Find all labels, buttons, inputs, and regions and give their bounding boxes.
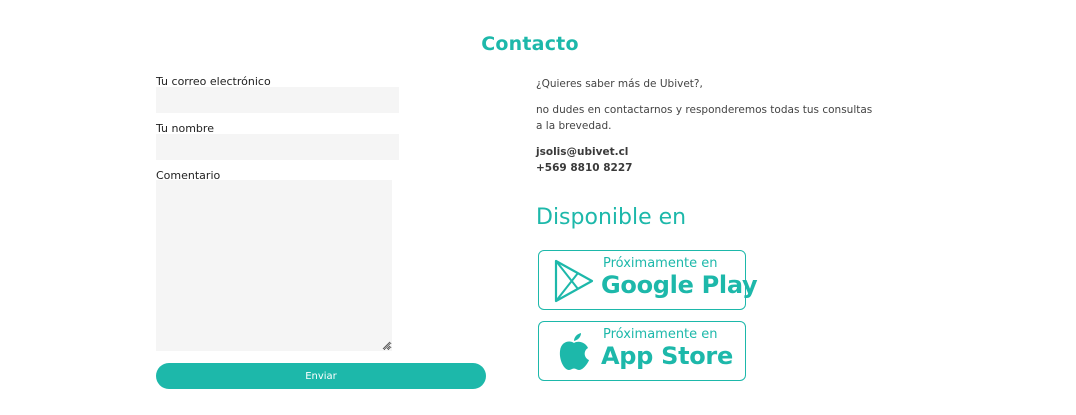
contact-email: jsolis@ubivet.cl: [536, 146, 629, 158]
app-store-name: App Store: [601, 342, 733, 370]
name-field[interactable]: [156, 134, 399, 160]
apple-icon: [559, 333, 589, 370]
comment-textarea[interactable]: [156, 180, 392, 351]
google-play-subtitle: Próximamente en: [603, 256, 718, 271]
google-play-name: Google Play: [601, 271, 758, 299]
google-play-icon: [554, 259, 594, 303]
submit-button[interactable]: Enviar: [156, 363, 486, 389]
email-field[interactable]: [156, 87, 399, 113]
available-title: Disponible en: [536, 205, 687, 230]
contact-phone: +569 8810 8227: [536, 162, 633, 174]
app-store-subtitle: Próximamente en: [603, 327, 718, 342]
info-question: ¿Quieres saber más de Ubivet?,: [536, 78, 703, 90]
contact-page: Contacto Tu correo electrónico Tu nombre…: [0, 0, 1076, 415]
contact-title: Contacto: [481, 33, 579, 55]
google-play-badge[interactable]: Próximamente en Google Play: [538, 250, 758, 310]
contact-info: ¿Quieres saber más de Ubivet?, no dudes …: [536, 76, 876, 176]
info-message: no dudes en contactarnos y responderemos…: [536, 104, 873, 132]
app-store-badge[interactable]: Próximamente en App Store: [538, 321, 746, 381]
